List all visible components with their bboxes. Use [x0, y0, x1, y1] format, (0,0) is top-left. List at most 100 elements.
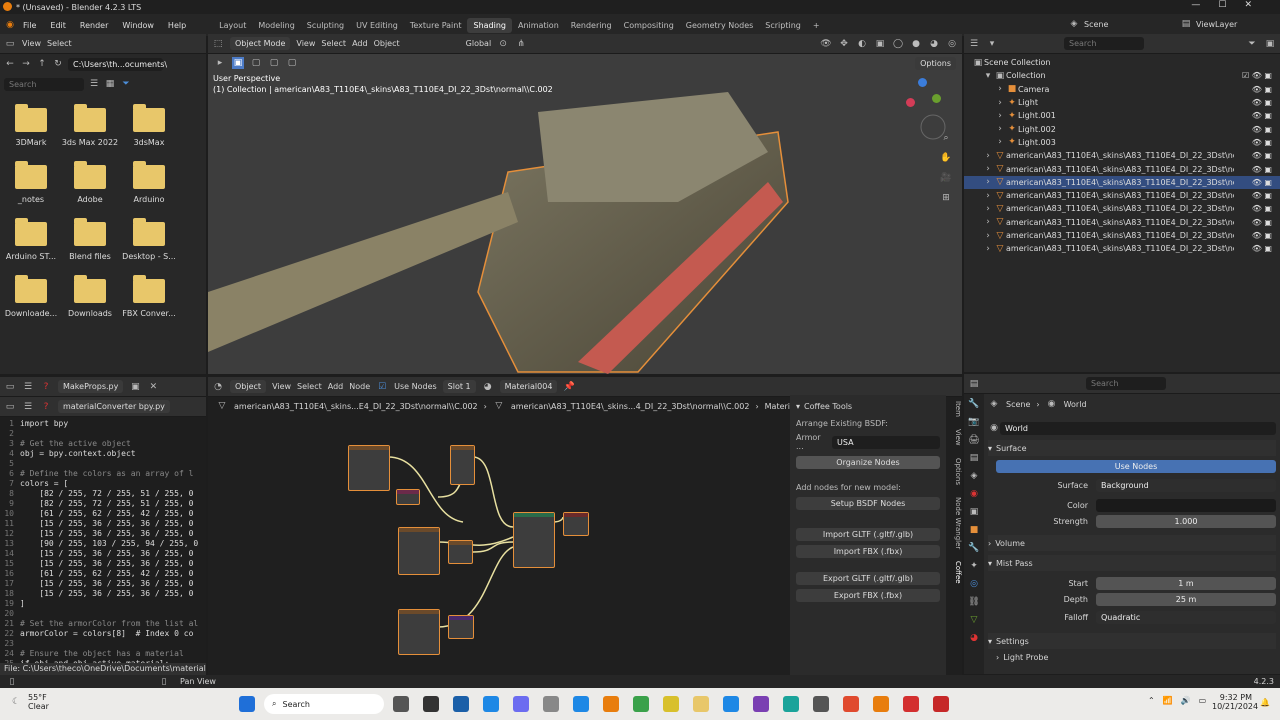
menu-window[interactable]: Window: [115, 21, 161, 30]
window-controls[interactable]: —☐✕: [1191, 0, 1270, 10]
outliner-mesh-row-selected[interactable]: › ▽ american\A83_T110E4\_skins\A83_T110E4_…: [964, 175, 1280, 189]
weather-widget[interactable]: ☾ 55°F Clear: [10, 693, 49, 711]
editor-type-icon[interactable]: ▭: [4, 401, 16, 413]
expand-icon[interactable]: ›: [982, 163, 994, 175]
outliner-item[interactable]: › ■ Camera 👁 ▣: [972, 83, 1280, 96]
scene-tab-icon[interactable]: ◈: [968, 470, 980, 482]
tab-scripting[interactable]: Scripting: [759, 18, 807, 33]
expand-icon[interactable]: ›: [982, 150, 994, 162]
code-line[interactable]: 9 [82 / 255, 72 / 255, 51 / 255, 0: [0, 499, 206, 509]
chrome-icon[interactable]: [843, 696, 859, 712]
modifier-tab-icon[interactable]: 🔧: [968, 542, 980, 554]
visibility-eye-icon[interactable]: ☑ 👁 ▣: [1242, 71, 1280, 80]
new-collection-icon[interactable]: ▣: [1264, 38, 1276, 50]
tab-layout[interactable]: Layout: [213, 18, 252, 33]
outliner-search[interactable]: Search: [1064, 37, 1144, 50]
help-icon[interactable]: ?: [40, 401, 52, 413]
code-line[interactable]: 11 [15 / 255, 36 / 255, 36 / 255, 0: [0, 519, 206, 529]
close-icon[interactable]: ✕: [147, 381, 159, 393]
visibility-eye-icon[interactable]: 👁 ▣: [1252, 204, 1280, 213]
visibility-eye-icon[interactable]: 👁 ▣: [1252, 218, 1280, 227]
physics-tab-icon[interactable]: ◎: [968, 578, 980, 590]
tab-sculpting[interactable]: Sculpting: [301, 18, 350, 33]
image-texture-node[interactable]: [398, 527, 440, 575]
editor-type-icon[interactable]: ▭: [4, 381, 16, 393]
setup-bsdf-button[interactable]: Setup BSDF Nodes: [796, 497, 940, 510]
expand-icon[interactable]: ›: [994, 97, 1006, 109]
taskbar-search[interactable]: ⌕ Search: [264, 694, 384, 714]
code-line[interactable]: 10 [61 / 255, 62 / 255, 42 / 255, 0: [0, 509, 206, 519]
app-icon[interactable]: [573, 696, 589, 712]
app-icon[interactable]: [543, 696, 559, 712]
task-view-icon[interactable]: [393, 696, 409, 712]
code-line[interactable]: 3 # Get the active object: [0, 439, 206, 449]
expand-icon[interactable]: ›: [994, 83, 1006, 95]
folder-item[interactable]: Blend files: [61, 218, 119, 261]
code-line[interactable]: 21 # Set the armorColor from the list al: [0, 619, 206, 629]
app-icon[interactable]: [633, 696, 649, 712]
view-layer-selector[interactable]: ▤ ViewLayer: [1180, 18, 1238, 30]
vp-menu-view[interactable]: View: [296, 39, 315, 48]
outliner-item[interactable]: › ✦ Light 👁 ▣: [972, 96, 1280, 109]
strength-value[interactable]: 1.000: [1096, 514, 1276, 528]
chevron-up-icon[interactable]: ⌃: [1148, 696, 1155, 705]
overlay-icon[interactable]: ◐: [856, 38, 868, 50]
axis-y-icon[interactable]: [932, 94, 941, 103]
material-output-node[interactable]: [563, 512, 589, 536]
output-tab-icon[interactable]: 🖨: [968, 434, 980, 446]
add-workspace-icon[interactable]: +: [807, 18, 826, 33]
app-icon[interactable]: [783, 696, 799, 712]
options-dropdown[interactable]: Options: [915, 56, 956, 70]
app-icon[interactable]: [813, 696, 829, 712]
normal-map-node[interactable]: [396, 489, 420, 505]
tab-texture-paint[interactable]: Texture Paint: [404, 18, 468, 33]
code-line[interactable]: 8 [82 / 255, 72 / 255, 51 / 255, 0: [0, 489, 206, 499]
snap-icon[interactable]: ⋔: [515, 38, 527, 50]
folder-item[interactable]: Arduino: [120, 161, 178, 204]
code-line[interactable]: 14 [15 / 255, 36 / 255, 36 / 255, 0: [0, 549, 206, 559]
folder-item[interactable]: 3ds Max 2022: [61, 104, 119, 147]
folder-item[interactable]: 3DMark: [2, 104, 60, 147]
tab-modeling[interactable]: Modeling: [252, 18, 300, 33]
outliner-mesh-row[interactable]: › ▽ american\A83_T110E4\_skins\A83_T110E4_…: [972, 229, 1280, 242]
filter-icon[interactable]: ⏷: [1246, 38, 1258, 50]
fb-path-field[interactable]: C:\Users\th...ocuments\: [68, 57, 167, 71]
tab-uv-editing[interactable]: UV Editing: [350, 18, 404, 33]
forward-icon[interactable]: →: [20, 58, 32, 70]
object-tab-icon[interactable]: ■: [968, 524, 980, 536]
start-icon[interactable]: [239, 696, 255, 712]
image-texture-node[interactable]: [348, 445, 390, 491]
export-gltf-button[interactable]: Export GLTF (.gltf/.glb): [796, 572, 940, 585]
bump-node[interactable]: [448, 615, 474, 639]
visibility-eye-icon[interactable]: 👁 ▣: [1252, 138, 1280, 147]
mix-node[interactable]: [450, 445, 475, 485]
volume-icon[interactable]: 🔊: [1181, 696, 1191, 705]
color-swatch[interactable]: [1096, 498, 1276, 512]
fb-search-input[interactable]: Search: [4, 77, 84, 91]
app-icon[interactable]: [723, 696, 739, 712]
tab-compositing[interactable]: Compositing: [618, 18, 680, 33]
visibility-eye-icon[interactable]: 👁 ▣: [1252, 191, 1280, 200]
tab-rendering[interactable]: Rendering: [565, 18, 618, 33]
select-extend-icon[interactable]: ▢: [250, 57, 262, 69]
shading-wire-icon[interactable]: ◯: [892, 38, 904, 50]
fb-view-menu[interactable]: View: [22, 39, 41, 48]
fb-select-menu[interactable]: Select: [47, 39, 72, 48]
expand-icon[interactable]: ›: [982, 216, 994, 228]
image-texture-node[interactable]: [398, 609, 440, 655]
code-line[interactable]: 19]: [0, 599, 206, 609]
code-line[interactable]: 4 obj = bpy.context.object: [0, 449, 206, 459]
expand-icon[interactable]: ›: [982, 176, 994, 188]
export-fbx-button[interactable]: Export FBX (.fbx): [796, 589, 940, 602]
battery-icon[interactable]: ▭: [1199, 696, 1207, 705]
expand-icon[interactable]: ›: [982, 203, 994, 215]
world-tab-icon[interactable]: ◉: [968, 488, 980, 500]
code-line[interactable]: 17 [15 / 255, 36 / 255, 36 / 255, 0: [0, 579, 206, 589]
code-line[interactable]: 2: [0, 429, 206, 439]
code-line[interactable]: 6 # Define the colors as an array of l: [0, 469, 206, 479]
visibility-eye-icon[interactable]: 👁 ▣: [1252, 85, 1280, 94]
camera-view-icon[interactable]: 🎥: [940, 172, 952, 184]
visibility-eye-icon[interactable]: 👁 ▣: [1252, 98, 1280, 107]
viewport-3d[interactable]: ⬚ Object Mode View Select Add Object Glo…: [208, 34, 962, 374]
sidebar-tab-node-wrangler[interactable]: Node Wrangler: [948, 497, 962, 549]
